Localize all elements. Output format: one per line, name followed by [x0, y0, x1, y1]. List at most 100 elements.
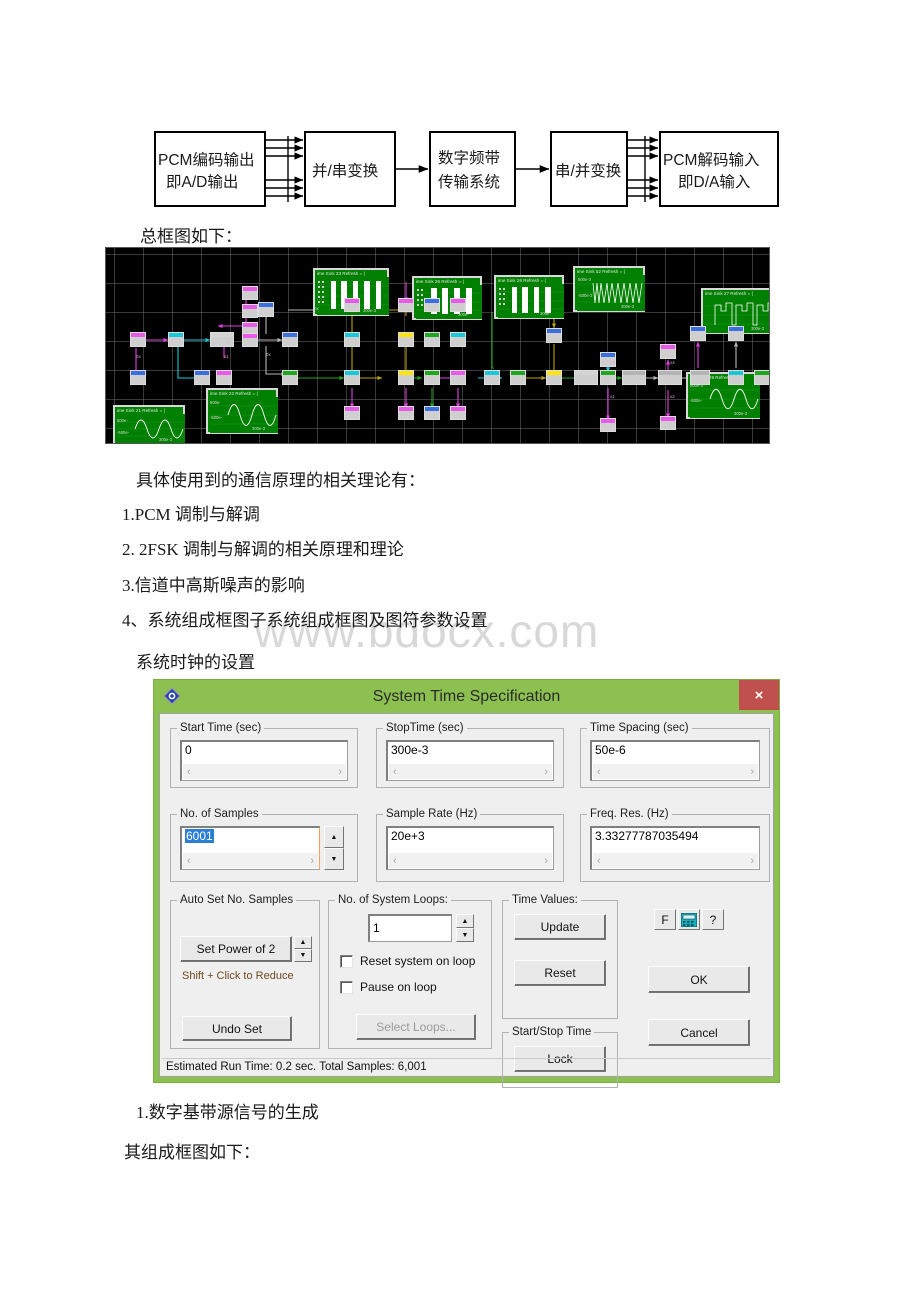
spinner-down-icon[interactable]: ▼ [294, 949, 312, 962]
sink-window[interactable]: ime Sink 22 Refresh = ( 500e- -500e- 300… [206, 388, 278, 434]
schematic-block[interactable] [242, 304, 258, 318]
slider-right-arrow[interactable]: › [544, 855, 548, 867]
checkbox-box[interactable] [340, 980, 353, 994]
schematic-block[interactable] [600, 370, 616, 385]
schematic-block[interactable] [344, 332, 360, 347]
calculator-icon[interactable] [678, 909, 700, 930]
schematic-block[interactable] [450, 406, 466, 420]
schematic-block[interactable] [728, 370, 744, 385]
schematic-block[interactable] [216, 370, 232, 385]
schematic-block[interactable] [622, 370, 646, 385]
slider-left-arrow[interactable]: ‹ [187, 855, 191, 867]
stop-time-input[interactable]: 300e-3 ‹ › [386, 740, 554, 781]
time-spacing-slider[interactable]: ‹ › [593, 764, 758, 779]
spinner-up-icon[interactable]: ▲ [294, 936, 312, 949]
sink-window[interactable]: ime Sink 26 Refresh = ( 300e- [412, 276, 482, 320]
schematic-block[interactable] [282, 332, 298, 347]
schematic-block[interactable] [484, 370, 500, 385]
reset-button[interactable]: Reset [514, 960, 606, 986]
slider-left-arrow[interactable]: ‹ [597, 766, 601, 778]
pause-on-loop-checkbox[interactable]: Pause on loop [340, 980, 437, 994]
slider-left-arrow[interactable]: ‹ [597, 855, 601, 867]
schematic-block[interactable] [344, 298, 360, 312]
sink-window[interactable]: ime Sink 52 Refresh = ( 500e-3 -500e-3 3… [573, 266, 645, 312]
sample-rate-slider[interactable]: ‹ › [389, 853, 552, 868]
schematic-block[interactable] [398, 332, 414, 347]
freq-res-input[interactable]: 3.33277787035494 ‹ › [590, 826, 760, 870]
schematic-block[interactable] [690, 370, 710, 385]
schematic-block[interactable] [424, 406, 440, 420]
time-spacing-input[interactable]: 50e-6 ‹ › [590, 740, 760, 781]
schematic-block[interactable] [344, 370, 360, 385]
schematic-block[interactable] [398, 370, 414, 385]
sample-rate-input[interactable]: 20e+3 ‹ › [386, 826, 554, 870]
schematic-block[interactable] [600, 418, 616, 432]
schematic-block[interactable] [130, 332, 146, 347]
schematic-block[interactable] [282, 370, 298, 385]
start-time-input[interactable]: 0 ‹ › [180, 740, 348, 781]
system-menu-icon[interactable] [162, 686, 182, 706]
start-time-slider[interactable]: ‹ › [183, 764, 346, 779]
schematic-block[interactable] [398, 406, 414, 420]
ok-button[interactable]: OK [648, 966, 750, 993]
help-button[interactable]: ? [702, 909, 724, 930]
schematic-block[interactable] [728, 326, 744, 341]
schematic-block[interactable] [450, 332, 466, 347]
slider-left-arrow[interactable]: ‹ [393, 855, 397, 867]
schematic-block[interactable] [258, 302, 274, 317]
schematic-block[interactable] [546, 328, 562, 343]
schematic-block[interactable] [242, 333, 258, 347]
system-loops-spinner[interactable]: ▲ ▼ [456, 914, 474, 942]
schematic-block[interactable] [658, 370, 682, 385]
schematic-block[interactable] [660, 344, 676, 359]
schematic-block[interactable] [398, 298, 414, 312]
sink-window[interactable]: ime Sink 26 Refresh = ( 300e- [494, 275, 564, 319]
checkbox-box[interactable] [340, 954, 353, 968]
formula-button[interactable]: F [654, 909, 676, 930]
slider-right-arrow[interactable]: › [750, 766, 754, 778]
no-of-samples-input[interactable]: 6001 ‹ › [180, 826, 320, 870]
schematic-block[interactable] [242, 286, 258, 300]
schematic-block[interactable] [424, 298, 440, 312]
spinner-up-icon[interactable]: ▲ [324, 826, 344, 848]
schematic-block[interactable] [660, 416, 676, 430]
slider-right-arrow[interactable]: › [338, 766, 342, 778]
cancel-button[interactable]: Cancel [648, 1019, 750, 1046]
slider-right-arrow[interactable]: › [310, 855, 314, 867]
freq-res-slider[interactable]: ‹ › [593, 853, 758, 868]
schematic-block[interactable] [546, 370, 562, 385]
reset-system-on-loop-checkbox[interactable]: Reset system on loop [340, 954, 475, 968]
schematic-block[interactable] [424, 370, 440, 385]
slider-right-arrow[interactable]: › [750, 855, 754, 867]
schematic-block[interactable] [690, 326, 706, 341]
slider-left-arrow[interactable]: ‹ [393, 766, 397, 778]
update-button[interactable]: Update [514, 914, 606, 940]
system-block-diagram: PCM编码输出 即A/D输出 并/串变换 数字频带 传输系统 串/并变换 PCM… [0, 0, 920, 240]
set-power-spinner[interactable]: ▲ ▼ [294, 936, 312, 962]
schematic-block[interactable] [450, 370, 466, 385]
schematic-block[interactable] [194, 370, 210, 385]
select-loops-button[interactable]: Select Loops... [356, 1014, 476, 1040]
slider-left-arrow[interactable]: ‹ [187, 766, 191, 778]
schematic-block[interactable] [754, 370, 769, 385]
spinner-down-icon[interactable]: ▼ [324, 848, 344, 870]
schematic-block[interactable] [424, 332, 440, 347]
no-of-samples-spinner[interactable]: ▲ ▼ [324, 826, 344, 870]
spinner-down-icon[interactable]: ▼ [456, 928, 474, 942]
no-of-samples-slider[interactable]: ‹ › [183, 853, 318, 868]
schematic-block[interactable] [130, 370, 146, 385]
sink-window[interactable]: ime Sink 21 Refresh = ( 500e- -500e- 300… [113, 405, 185, 443]
set-power-of-2-button[interactable]: Set Power of 2 [180, 936, 292, 962]
dialog-titlebar[interactable]: System Time Specification × [154, 680, 779, 713]
schematic-block[interactable] [510, 370, 526, 385]
slider-right-arrow[interactable]: › [544, 766, 548, 778]
spinner-up-icon[interactable]: ▲ [456, 914, 474, 928]
system-loops-input[interactable]: 1 [368, 914, 452, 942]
schematic-block[interactable] [450, 298, 466, 312]
close-icon[interactable]: × [739, 680, 779, 710]
stop-time-slider[interactable]: ‹ › [389, 764, 552, 779]
schematic-block[interactable] [344, 406, 360, 420]
schematic-block[interactable] [574, 370, 598, 385]
undo-set-button[interactable]: Undo Set [182, 1016, 292, 1041]
schematic-block[interactable] [168, 332, 184, 347]
